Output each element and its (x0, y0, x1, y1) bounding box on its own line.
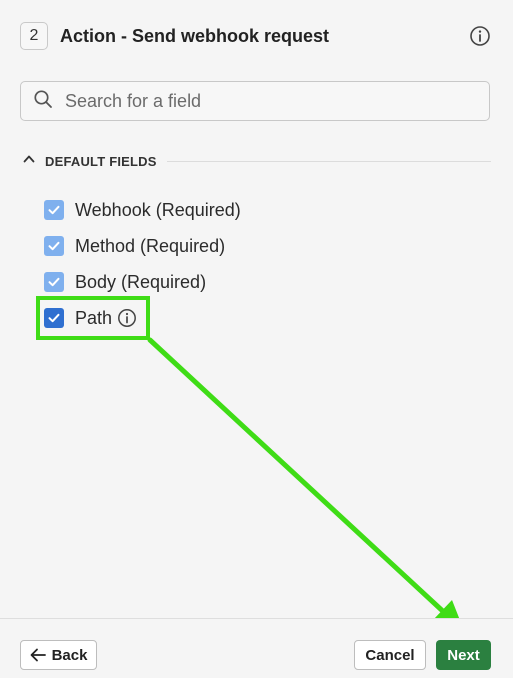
next-button[interactable]: Next (436, 640, 491, 670)
check-icon (48, 241, 60, 251)
section-default-fields-header[interactable]: DEFAULT FIELDS (22, 150, 491, 172)
check-icon (48, 205, 60, 215)
info-icon[interactable] (469, 25, 491, 47)
check-icon (48, 313, 60, 323)
search-icon (33, 89, 53, 114)
field-list: Webhook (Required) Method (Required) Bod… (44, 192, 344, 336)
info-icon[interactable] (117, 308, 137, 328)
field-row-webhook: Webhook (Required) (44, 192, 344, 228)
check-icon (48, 277, 60, 287)
back-button-label: Back (51, 646, 88, 664)
section-divider (166, 160, 491, 162)
field-label: Method (Required) (75, 235, 226, 256)
checkbox-webhook (44, 200, 64, 220)
panel-header: 2 Action - Send webhook request (20, 20, 491, 52)
field-label: Path (75, 307, 113, 328)
field-row-method: Method (Required) (44, 228, 344, 264)
arrow-left-icon (30, 648, 46, 662)
back-button[interactable]: Back (20, 640, 97, 670)
panel-title: Action - Send webhook request (60, 25, 330, 46)
checkbox-body (44, 272, 64, 292)
search-input[interactable] (63, 89, 467, 113)
field-row-body: Body (Required) (44, 264, 344, 300)
checkbox-method (44, 236, 64, 256)
checkbox-path[interactable] (44, 308, 64, 328)
chevron-up-icon[interactable] (22, 152, 36, 171)
field-label: Body (Required) (75, 271, 207, 292)
search-field[interactable] (20, 81, 490, 121)
footer-bar: Back Cancel Next (0, 618, 513, 678)
field-label: Webhook (Required) (75, 199, 241, 220)
field-row-path[interactable]: Path (44, 300, 344, 336)
section-title: DEFAULT FIELDS (45, 153, 157, 169)
step-number-badge: 2 (20, 22, 48, 50)
cancel-button[interactable]: Cancel (354, 640, 426, 670)
